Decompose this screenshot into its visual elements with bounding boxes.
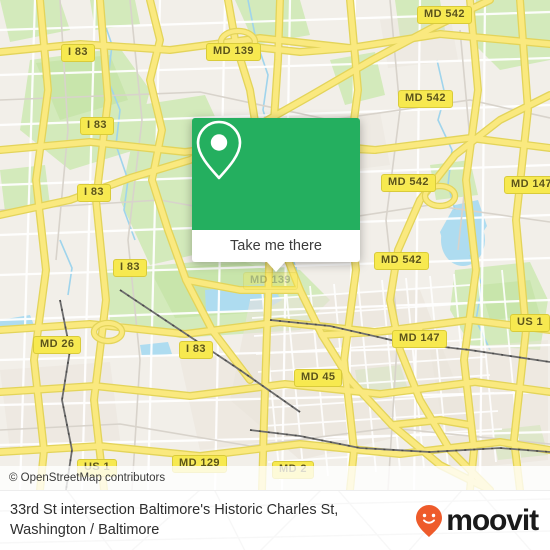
road-shield: I 83 [179, 341, 213, 359]
map-canvas[interactable]: MD 542 MD 139 I 83 MD 542 I 83 MD 542 MD 147 I … [0, 0, 550, 490]
road-shield: MD 45 [294, 369, 343, 387]
road-shield: I 83 [113, 259, 147, 277]
road-shield: MD 542 [381, 174, 436, 192]
map-attribution-bar: © OpenStreetMap contributors [0, 466, 550, 490]
road-shield: US 1 [510, 314, 550, 332]
station-callout[interactable]: Take me there [192, 118, 360, 272]
road-shield: MD 139 [206, 43, 261, 61]
callout-header [192, 118, 360, 230]
osm-attribution-text: © OpenStreetMap contributors [9, 472, 166, 484]
map-pin-icon [196, 120, 242, 180]
page-title: 33rd St intersection Baltimore's Histori… [10, 502, 339, 538]
callout-action-label: Take me there [230, 238, 322, 254]
callout-action[interactable]: Take me there [192, 230, 360, 272]
moovit-wordmark: moovit [446, 504, 539, 537]
footer-bar: 33rd St intersection Baltimore's Histori… [0, 490, 550, 550]
callout-tip [267, 262, 285, 272]
road-shield: MD 147 [392, 330, 447, 348]
road-shield: MD 26 [33, 336, 82, 354]
road-shield: MD 147 [504, 176, 550, 194]
moovit-logo[interactable]: moovit [414, 504, 539, 538]
road-shield: MD 542 [417, 6, 472, 24]
road-shield: MD 139 [243, 272, 298, 290]
road-shield: I 83 [77, 184, 111, 202]
road-shield: I 83 [80, 117, 114, 135]
road-shield: MD 542 [398, 90, 453, 108]
road-shield: I 83 [61, 44, 95, 62]
moovit-smiley-pin-icon [416, 505, 443, 537]
moovit-station-card: MD 542 MD 139 I 83 MD 542 I 83 MD 542 MD 147 I … [0, 0, 550, 550]
road-shield: MD 542 [374, 252, 429, 270]
